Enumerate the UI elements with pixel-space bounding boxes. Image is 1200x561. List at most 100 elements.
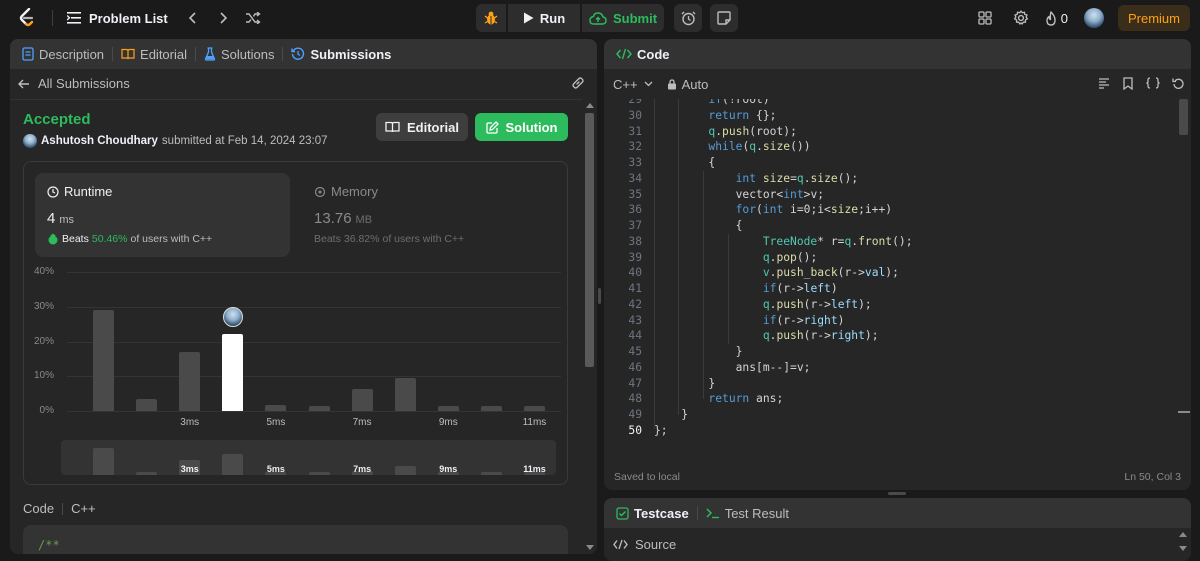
premium-label: Premium bbox=[1127, 10, 1180, 26]
leetcode-logo-icon[interactable] bbox=[16, 7, 38, 29]
tab-editorial-label: Editorial bbox=[140, 46, 187, 62]
streak-counter[interactable]: 0 bbox=[1045, 11, 1068, 26]
line-text: ans[m--]=v; bbox=[654, 360, 811, 374]
code-preview-line: /** bbox=[38, 538, 60, 552]
chart-y-tick-label: 30% bbox=[33, 300, 54, 312]
line-text: } bbox=[654, 376, 716, 390]
tab-test-result[interactable]: Test Result bbox=[706, 506, 789, 521]
scroll-up-icon[interactable] bbox=[586, 103, 594, 108]
tab-testcase[interactable]: Testcase bbox=[616, 506, 689, 521]
chart-bar[interactable] bbox=[351, 389, 373, 411]
chart-bar[interactable] bbox=[179, 351, 201, 411]
line-number: 31 bbox=[628, 124, 642, 138]
left-tab-bar: Description Editorial Solutions Submissi… bbox=[10, 39, 597, 69]
tab-submissions[interactable]: Submissions bbox=[291, 47, 391, 62]
left-scrollbar[interactable] bbox=[582, 99, 597, 554]
back-to-all-submissions[interactable]: All Submissions bbox=[18, 76, 130, 91]
bookmark-icon[interactable] bbox=[1122, 77, 1134, 90]
user-avatar[interactable] bbox=[1083, 8, 1104, 28]
scroll-up-icon[interactable] bbox=[1179, 532, 1187, 537]
source-toggle[interactable]: Source bbox=[613, 537, 676, 552]
cursor-position: Ln 50, Col 3 bbox=[1124, 470, 1181, 483]
runtime-card[interactable]: Runtime 4 ms Beats 50.46% of users with … bbox=[35, 173, 290, 257]
code-scrollbar[interactable] bbox=[1176, 99, 1191, 463]
horizontal-resize-handle[interactable] bbox=[888, 492, 906, 495]
problem-list-button[interactable]: Problem List bbox=[67, 11, 168, 26]
runtime-value-row: 4 ms bbox=[47, 210, 74, 227]
chart-bar[interactable] bbox=[394, 377, 416, 411]
saved-status: Saved to local bbox=[614, 470, 680, 483]
testcase-panel: Testcase Test Result Source bbox=[604, 498, 1191, 561]
line-text: int size=q.size(); bbox=[735, 171, 859, 185]
left-scroll-thumb[interactable] bbox=[585, 113, 594, 367]
line-text: if(r->left) bbox=[762, 282, 838, 295]
memory-beats-suffix: of users with C++ bbox=[382, 233, 465, 245]
random-problem-button[interactable] bbox=[240, 4, 268, 32]
editor-status-bar: Saved to local Ln 50, Col 3 bbox=[604, 463, 1191, 490]
range-selector-label: 9ms bbox=[439, 464, 458, 474]
tab-code[interactable]: Code bbox=[616, 47, 670, 62]
next-problem-button[interactable] bbox=[210, 4, 238, 32]
format-icon[interactable] bbox=[1098, 77, 1110, 89]
divider bbox=[10, 99, 582, 100]
memory-label: Memory bbox=[331, 184, 378, 199]
chart-bar[interactable] bbox=[480, 406, 502, 411]
line-number: 39 bbox=[628, 250, 642, 264]
tab-editorial[interactable]: Editorial bbox=[121, 47, 187, 62]
code-icon bbox=[613, 539, 628, 550]
line-text: q.push(root); bbox=[708, 124, 797, 138]
scroll-down-icon[interactable] bbox=[586, 545, 594, 550]
premium-button[interactable]: Premium bbox=[1117, 5, 1190, 31]
line-number: 40 bbox=[628, 266, 642, 280]
line-text: { bbox=[654, 156, 716, 169]
memory-beats-value: 36.82% bbox=[343, 233, 380, 245]
editorial-button[interactable]: Editorial bbox=[376, 113, 468, 141]
chart-bar[interactable] bbox=[437, 406, 459, 411]
memory-card[interactable]: Memory 13.76 MB Beats 36.82% of users wi… bbox=[302, 173, 557, 257]
line-number: 37 bbox=[628, 219, 642, 232]
code-line: 34 int size=q.size(); bbox=[604, 171, 1174, 187]
line-number: 41 bbox=[628, 282, 642, 295]
code-scroll-thumb[interactable] bbox=[1179, 99, 1188, 135]
submitter-name[interactable]: Ashutosh Choudhary bbox=[41, 135, 158, 147]
tab-description[interactable]: Description bbox=[22, 47, 104, 62]
chart-bar[interactable] bbox=[523, 406, 545, 411]
divider bbox=[696, 506, 698, 520]
layout-button[interactable] bbox=[971, 4, 999, 32]
chart-gridline bbox=[67, 341, 561, 343]
copy-link-button[interactable] bbox=[571, 76, 585, 93]
note-icon bbox=[717, 11, 731, 25]
braces-icon[interactable] bbox=[1146, 77, 1160, 89]
run-button[interactable]: Run bbox=[508, 4, 580, 32]
chart-bar[interactable] bbox=[136, 398, 158, 411]
chart-bar[interactable] bbox=[93, 310, 115, 411]
debug-button[interactable] bbox=[476, 4, 506, 32]
timer-button[interactable] bbox=[674, 4, 702, 32]
notes-button[interactable] bbox=[710, 4, 738, 32]
submitter-avatar[interactable] bbox=[23, 134, 37, 148]
settings-button[interactable] bbox=[1007, 4, 1035, 32]
range-selector-bar bbox=[93, 448, 115, 475]
run-submit-group: Run Submit bbox=[476, 4, 738, 32]
submit-button[interactable]: Submit bbox=[582, 4, 664, 32]
solution-button[interactable]: Solution bbox=[475, 113, 568, 141]
reset-icon[interactable] bbox=[1172, 77, 1185, 90]
chart-gridline bbox=[67, 272, 561, 273]
chart-range-selector[interactable]: 3ms 5ms 7ms 9ms 11ms bbox=[61, 440, 556, 475]
tab-solutions[interactable]: Solutions bbox=[204, 47, 274, 62]
chart-bar[interactable] bbox=[308, 406, 330, 411]
prev-problem-button[interactable] bbox=[178, 4, 206, 32]
language-select[interactable]: C++ bbox=[613, 77, 653, 92]
chart-gridline bbox=[67, 411, 561, 412]
chart-gridline bbox=[67, 376, 561, 378]
divider bbox=[282, 47, 284, 61]
line-number: 30 bbox=[628, 108, 642, 122]
line-text: q.push(r->left); bbox=[762, 297, 872, 311]
scroll-down-icon[interactable] bbox=[1179, 546, 1187, 551]
chart-bar[interactable] bbox=[265, 404, 287, 411]
vertical-resize-handle[interactable] bbox=[598, 288, 601, 304]
line-number: 50 bbox=[628, 423, 642, 437]
auto-complete-toggle[interactable]: Auto bbox=[667, 77, 708, 92]
code-editor[interactable]: 29 if(!root) 30 return {}; 31 q.push(root)… bbox=[604, 99, 1176, 463]
chart-bar-highlighted[interactable] bbox=[222, 333, 244, 411]
